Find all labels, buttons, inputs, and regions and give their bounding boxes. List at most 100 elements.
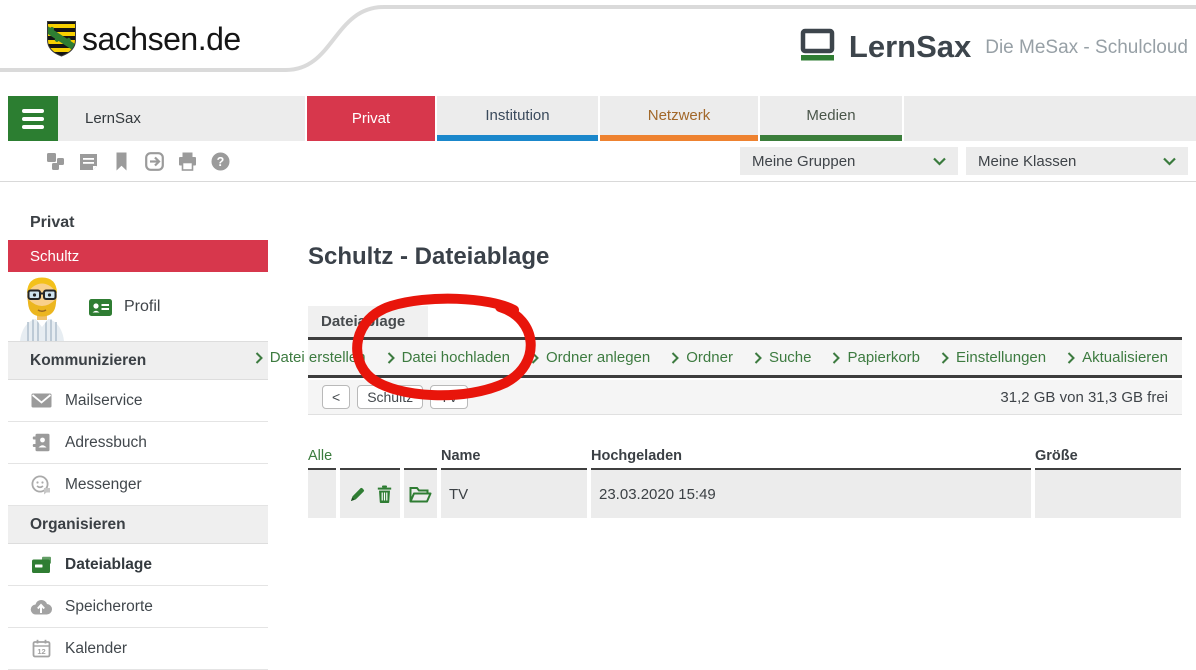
- nav-tab-netzwerk[interactable]: Netzwerk: [600, 96, 758, 141]
- folder-path-bar: < Schultz TV 31,2 GB von 31,3 GB frei: [308, 380, 1182, 415]
- file-table-header: Alle Name Hochgeladen Größe: [308, 446, 1182, 470]
- id-card-icon: [88, 298, 113, 317]
- row-uploaded: 23.03.2020 15:49: [591, 470, 1031, 518]
- header-name: Name: [441, 446, 587, 470]
- menu-ordner-anlegen[interactable]: Ordner anlegen: [531, 349, 650, 366]
- chevron-right-icon: [671, 352, 679, 364]
- chevron-down-icon: [932, 157, 947, 166]
- main-navbar: LernSax Privat Institution Netzwerk Medi…: [0, 96, 1196, 141]
- back-button[interactable]: <: [322, 385, 350, 409]
- profil-label: Profil: [124, 298, 160, 316]
- mailservice-label: Mailservice: [65, 392, 143, 410]
- header-uploaded: Hochgeladen: [591, 446, 1031, 470]
- sidebar-item-dateiablage[interactable]: Dateiablage: [8, 544, 268, 586]
- calendar-icon: 12: [32, 639, 51, 658]
- header-actions: [340, 446, 400, 470]
- sidebar-item-mailservice[interactable]: Mailservice: [8, 380, 268, 422]
- chevron-right-icon: [531, 352, 539, 364]
- meine-gruppen-label: Meine Gruppen: [752, 153, 855, 170]
- kalender-label: Kalender: [65, 640, 127, 658]
- chevron-right-icon: [754, 352, 762, 364]
- table-row: TV 23.03.2020 15:49: [308, 470, 1182, 518]
- menu-datei-hochladen[interactable]: Datei hochladen: [387, 349, 510, 366]
- svg-text:?: ?: [217, 155, 225, 169]
- select-all-link[interactable]: Alle: [308, 446, 336, 470]
- edit-pencil-icon[interactable]: [349, 486, 366, 503]
- meine-klassen-label: Meine Klassen: [978, 153, 1076, 170]
- menu-papierkorb[interactable]: Papierkorb: [832, 349, 920, 366]
- address-book-icon: [32, 433, 51, 452]
- sachsen-logo[interactable]: sachsen.de: [46, 20, 241, 58]
- lernsax-wordmark: LernSax: [849, 32, 971, 61]
- cloud-upload-icon: [30, 599, 52, 615]
- sidebar-profile-row: Profil: [8, 272, 268, 342]
- header-icon: [404, 446, 437, 470]
- page-title: Schultz - Dateiablage: [308, 243, 549, 271]
- file-table: Alle Name Hochgeladen Größe: [308, 446, 1182, 518]
- avatar[interactable]: [8, 272, 76, 341]
- delete-trash-icon[interactable]: [377, 485, 392, 503]
- mail-icon: [31, 393, 52, 408]
- row-size: [1035, 470, 1181, 518]
- file-action-menu: Datei erstellen Datei hochladen Ordner a…: [308, 340, 1182, 378]
- notes-icon[interactable]: [78, 151, 99, 172]
- adressbuch-label: Adressbuch: [65, 434, 147, 452]
- nav-app-name: LernSax: [58, 96, 305, 141]
- sidebar-section-kommunizieren: Kommunizieren: [8, 342, 268, 380]
- storage-quota: 31,2 GB von 31,3 GB frei: [1000, 389, 1168, 406]
- sidebar-item-adressbuch[interactable]: Adressbuch: [8, 422, 268, 464]
- messenger-smiley-icon: [31, 475, 52, 495]
- menu-einstellungen[interactable]: Einstellungen: [941, 349, 1046, 366]
- menu-datei-erstellen[interactable]: Datei erstellen: [255, 349, 366, 366]
- lernsax-logo: LernSax Die MeSax - Schulcloud: [799, 28, 1188, 61]
- sidebar-item-messenger[interactable]: Messenger: [8, 464, 268, 506]
- file-storage-icon: [31, 556, 52, 574]
- row-folder-cell: [404, 470, 437, 518]
- chevron-right-icon: [1067, 352, 1075, 364]
- meine-gruppen-dropdown[interactable]: Meine Gruppen: [740, 147, 958, 175]
- saxony-coat-of-arms-icon: [46, 20, 77, 58]
- crumb-schultz[interactable]: Schultz: [357, 385, 423, 409]
- tab-dateiablage[interactable]: Dateiablage: [308, 306, 428, 337]
- svg-text:12: 12: [37, 647, 45, 656]
- hamburger-menu-button[interactable]: [8, 96, 58, 141]
- menu-suche[interactable]: Suche: [754, 349, 812, 366]
- logout-icon[interactable]: [144, 151, 165, 172]
- row-actions-cell: [340, 470, 400, 518]
- sidebar-area-title: Privat: [8, 206, 268, 240]
- lernsax-tagline: Die MeSax - Schulcloud: [985, 38, 1188, 61]
- menu-aktualisieren[interactable]: Aktualisieren: [1067, 349, 1168, 366]
- cascade-windows-icon[interactable]: [45, 151, 66, 172]
- sachsen-logo-text: sachsen.de: [82, 21, 241, 58]
- hamburger-icon: [22, 109, 44, 113]
- row-name[interactable]: TV: [441, 470, 587, 518]
- chevron-right-icon: [387, 352, 395, 364]
- menu-ordner[interactable]: Ordner: [671, 349, 733, 366]
- chevron-right-icon: [832, 352, 840, 364]
- header-size: Größe: [1035, 446, 1181, 470]
- nav-tab-institution[interactable]: Institution: [437, 96, 598, 141]
- sidebar-item-kalender[interactable]: 12 Kalender: [8, 628, 268, 670]
- speicherorte-label: Speicherorte: [65, 598, 153, 616]
- row-select-cell[interactable]: [308, 470, 336, 518]
- sidebar-item-profil[interactable]: Profil: [88, 272, 160, 342]
- nav-filler: [904, 96, 1196, 141]
- crumb-tv[interactable]: TV: [430, 385, 468, 409]
- help-icon[interactable]: ?: [210, 151, 231, 172]
- dateiablage-label: Dateiablage: [65, 556, 152, 574]
- messenger-label: Messenger: [65, 476, 142, 494]
- nav-tab-privat[interactable]: Privat: [307, 96, 435, 141]
- bookmark-icon[interactable]: [111, 151, 132, 172]
- chevron-down-icon: [1162, 157, 1177, 166]
- nav-tab-medien[interactable]: Medien: [760, 96, 902, 141]
- print-icon[interactable]: [177, 151, 198, 172]
- sidebar: Privat Schultz: [8, 206, 268, 670]
- sidebar-item-speicherorte[interactable]: Speicherorte: [8, 586, 268, 628]
- sidebar-user-schultz[interactable]: Schultz: [8, 240, 268, 272]
- open-folder-icon[interactable]: [409, 486, 432, 503]
- sidebar-section-organisieren: Organisieren: [8, 506, 268, 544]
- meine-klassen-dropdown[interactable]: Meine Klassen: [966, 147, 1188, 175]
- monitor-icon: [799, 28, 835, 61]
- content-tabbar: Dateiablage: [308, 306, 1182, 340]
- quick-toolbar: ? Meine Gruppen Meine Klassen: [0, 141, 1196, 182]
